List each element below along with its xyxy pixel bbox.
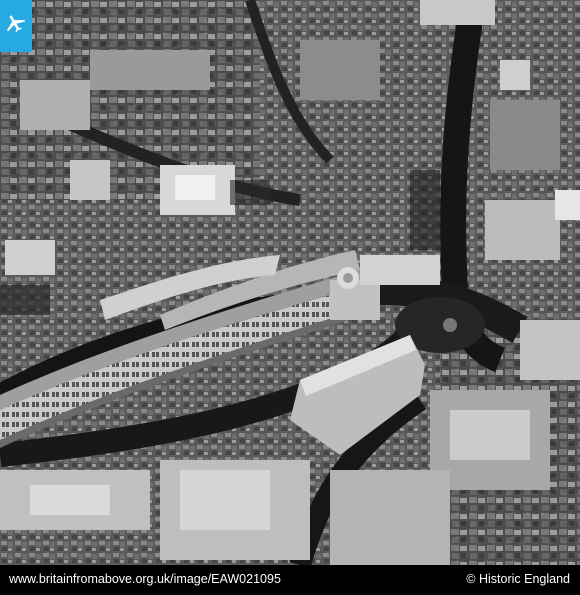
image-footer: www.britainfromabove.org.uk/image/EAW021…: [0, 565, 580, 595]
image-url[interactable]: www.britainfromabove.org.uk/image/EAW021…: [9, 572, 281, 586]
aerial-photograph: [0, 0, 580, 565]
airplane-icon: [7, 15, 26, 33]
copyright-notice: © Historic England: [466, 572, 570, 586]
britain-from-above-badge[interactable]: [0, 0, 32, 52]
